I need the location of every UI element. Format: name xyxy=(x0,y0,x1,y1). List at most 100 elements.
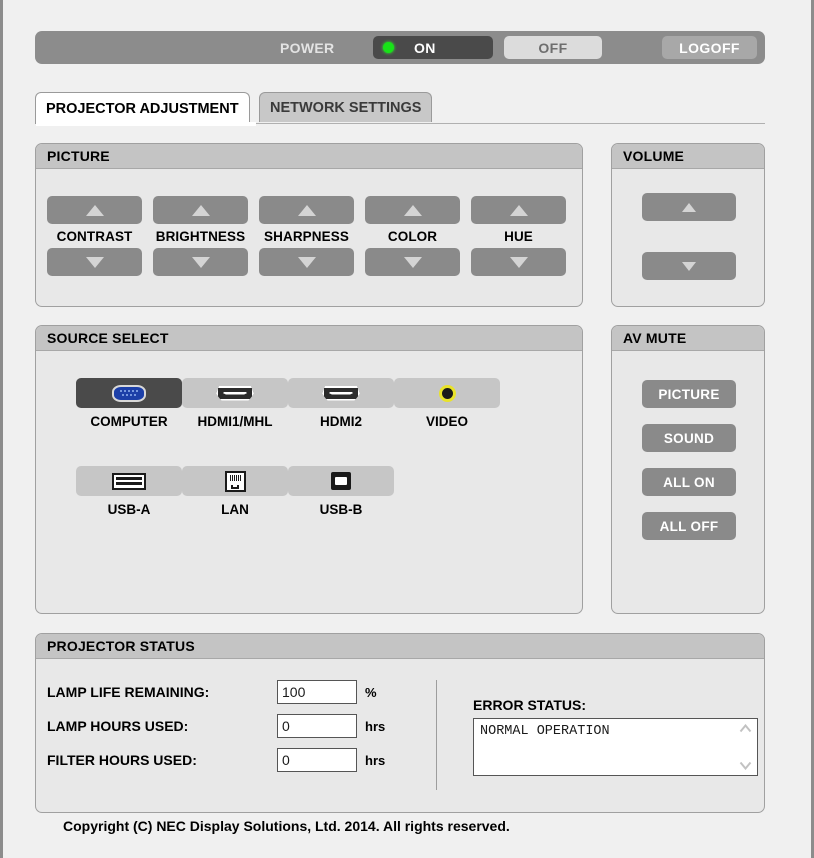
source-button-computer[interactable] xyxy=(76,378,182,408)
av-mute-panel-title: AV MUTE xyxy=(612,326,764,351)
power-bar: POWER ON OFF LOGOFF xyxy=(35,31,765,64)
usb-b-connector-icon xyxy=(331,472,351,490)
hue-down-button[interactable] xyxy=(471,248,566,276)
sharpness-down-button[interactable] xyxy=(259,248,354,276)
av-mute-sound-button[interactable]: SOUND xyxy=(642,424,736,452)
error-status-text: NORMAL OPERATION xyxy=(480,724,610,739)
projector-web-control-page: POWER ON OFF LOGOFF PROJECTOR ADJUSTMENT… xyxy=(0,0,814,858)
tab-strip: PROJECTOR ADJUSTMENT NETWORK SETTINGS xyxy=(35,92,765,124)
logoff-button[interactable]: LOGOFF xyxy=(662,36,757,59)
power-off-button[interactable]: OFF xyxy=(504,36,602,59)
picture-panel: PICTURE CONTRAST BRIGHTNESS SHARPNESS CO… xyxy=(35,143,583,307)
source-button-hdmi2[interactable] xyxy=(288,378,394,408)
contrast-down-button[interactable] xyxy=(47,248,142,276)
picture-control-color: COLOR xyxy=(365,196,460,276)
projector-status-panel: PROJECTOR STATUS LAMP LIFE REMAINING: 10… xyxy=(35,633,765,813)
chevron-down-icon[interactable] xyxy=(739,761,752,770)
error-status-label: ERROR STATUS: xyxy=(473,697,587,713)
power-on-label: ON xyxy=(414,39,436,56)
picture-panel-title: PICTURE xyxy=(36,144,582,169)
status-row-filter-hours: FILTER HOURS USED: 0 hrs xyxy=(47,748,385,772)
brightness-down-button[interactable] xyxy=(153,248,248,276)
lamp-hours-label: LAMP HOURS USED: xyxy=(47,718,189,734)
source-select-panel: SOURCE SELECT COMPUTER HDMI1/MHL HDMI2 V… xyxy=(35,325,583,614)
volume-panel: VOLUME xyxy=(611,143,765,307)
triangle-up-icon xyxy=(682,202,696,212)
power-on-button[interactable]: ON xyxy=(373,36,493,59)
source-label-hdmi2: HDMI2 xyxy=(319,414,362,429)
power-label: POWER xyxy=(280,39,335,56)
error-status-scrollbar[interactable] xyxy=(734,720,756,774)
triangle-down-icon xyxy=(403,256,422,268)
contrast-up-button[interactable] xyxy=(47,196,142,224)
av-mute-all-off-button[interactable]: ALL OFF xyxy=(642,512,736,540)
triangle-down-icon xyxy=(85,256,104,268)
tab-projector-adjustment[interactable]: PROJECTOR ADJUSTMENT xyxy=(35,92,250,124)
source-item-usba: USB-A xyxy=(76,466,182,517)
lamp-life-label: LAMP LIFE REMAINING: xyxy=(47,684,210,700)
lamp-hours-value-field[interactable]: 0 xyxy=(277,714,357,738)
source-button-usbb[interactable] xyxy=(288,466,394,496)
brightness-up-button[interactable] xyxy=(153,196,248,224)
filter-hours-unit: hrs xyxy=(365,752,386,768)
source-item-hdmi2: HDMI2 xyxy=(288,378,394,429)
source-label-lan: LAN xyxy=(221,502,249,517)
source-item-usbb: USB-B xyxy=(288,466,394,517)
contrast-label: CONTRAST xyxy=(56,229,133,244)
av-mute-picture-button[interactable]: PICTURE xyxy=(642,380,736,408)
source-item-video: VIDEO xyxy=(394,378,500,429)
triangle-up-icon xyxy=(191,204,210,216)
av-mute-all-on-button[interactable]: ALL ON xyxy=(642,468,736,496)
color-down-button[interactable] xyxy=(365,248,460,276)
hdmi-connector-icon xyxy=(216,385,254,401)
volume-panel-title: VOLUME xyxy=(612,144,764,169)
power-led-icon xyxy=(383,42,394,53)
source-button-usba[interactable] xyxy=(76,466,182,496)
source-item-computer: COMPUTER xyxy=(76,378,182,429)
source-item-lan: LAN xyxy=(182,466,288,517)
triangle-up-icon xyxy=(403,204,422,216)
triangle-down-icon xyxy=(297,256,316,268)
source-button-video[interactable] xyxy=(394,378,500,408)
lamp-life-value-field[interactable]: 100 xyxy=(277,680,357,704)
source-label-hdmi1: HDMI1/MHL xyxy=(197,414,273,429)
tab-active-connector xyxy=(36,122,256,126)
triangle-down-icon xyxy=(682,261,696,271)
error-status-box[interactable]: NORMAL OPERATION xyxy=(473,718,758,776)
triangle-up-icon xyxy=(85,204,104,216)
source-select-panel-title: SOURCE SELECT xyxy=(36,326,582,351)
volume-down-button[interactable] xyxy=(642,252,736,280)
av-mute-panel: AV MUTE PICTURE SOUND ALL ON ALL OFF xyxy=(611,325,765,614)
vga-connector-icon xyxy=(112,384,146,402)
hdmi-connector-icon xyxy=(322,385,360,401)
source-label-usba: USB-A xyxy=(107,502,151,517)
picture-control-contrast: CONTRAST xyxy=(47,196,142,276)
source-button-lan[interactable] xyxy=(182,466,288,496)
filter-hours-value-field[interactable]: 0 xyxy=(277,748,357,772)
volume-up-button[interactable] xyxy=(642,193,736,221)
color-label: COLOR xyxy=(387,229,438,244)
chevron-up-icon[interactable] xyxy=(739,724,752,733)
rj45-connector-icon xyxy=(224,470,246,492)
triangle-up-icon xyxy=(509,204,528,216)
source-button-hdmi1[interactable] xyxy=(182,378,288,408)
tab-network-settings[interactable]: NETWORK SETTINGS xyxy=(259,92,433,122)
rca-jack-icon xyxy=(438,384,456,402)
copyright-text: Copyright (C) NEC Display Solutions, Ltd… xyxy=(63,818,510,834)
lamp-hours-unit: hrs xyxy=(365,718,386,734)
status-row-lamp-life: LAMP LIFE REMAINING: 100 % xyxy=(47,680,377,704)
status-row-lamp-hours: LAMP HOURS USED: 0 hrs xyxy=(47,714,385,738)
lamp-life-unit: % xyxy=(365,684,377,700)
color-up-button[interactable] xyxy=(365,196,460,224)
picture-controls-row: CONTRAST BRIGHTNESS SHARPNESS COLOR HUE xyxy=(47,196,566,276)
hue-label: HUE xyxy=(504,229,533,244)
source-label-computer: COMPUTER xyxy=(90,414,168,429)
picture-control-brightness: BRIGHTNESS xyxy=(153,196,248,276)
hue-up-button[interactable] xyxy=(471,196,566,224)
filter-hours-label: FILTER HOURS USED: xyxy=(47,752,197,768)
sharpness-label: SHARPNESS xyxy=(264,229,349,244)
triangle-down-icon xyxy=(509,256,528,268)
projector-status-panel-title: PROJECTOR STATUS xyxy=(36,634,764,659)
sharpness-up-button[interactable] xyxy=(259,196,354,224)
brightness-label: BRIGHTNESS xyxy=(155,229,246,244)
